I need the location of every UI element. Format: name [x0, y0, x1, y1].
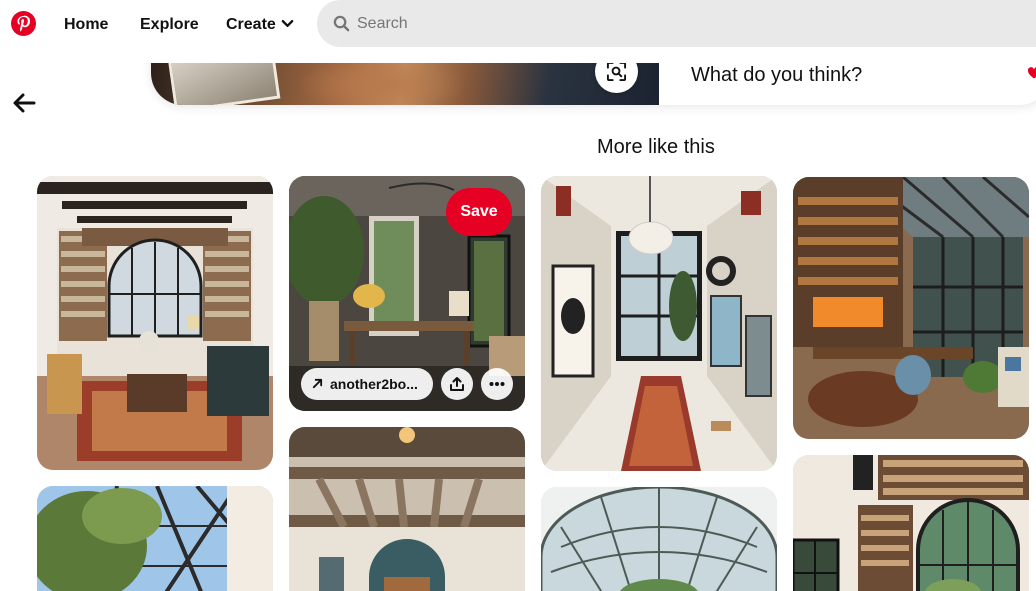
pin-card-glass-roof-trees[interactable] — [37, 486, 273, 591]
nav-create-link[interactable]: Create — [226, 14, 276, 36]
source-link-label: another2bo... — [330, 376, 418, 392]
pin-image — [541, 487, 777, 591]
pin-image — [541, 176, 777, 471]
page: Home Explore Create What do you think? — [0, 0, 1036, 591]
pin-image — [37, 176, 273, 470]
search-icon — [333, 15, 350, 32]
pin-image — [793, 455, 1029, 591]
more-options-icon — [489, 382, 505, 386]
external-link-arrow-icon — [312, 378, 323, 389]
share-icon — [450, 377, 464, 391]
back-arrow-icon[interactable] — [12, 92, 36, 114]
save-button[interactable]: Save — [446, 188, 512, 236]
pinterest-logo-icon[interactable] — [11, 11, 36, 36]
pin-image — [289, 427, 525, 591]
pin-card-gallery-hallway[interactable] — [541, 176, 777, 471]
nav-home-link[interactable]: Home — [64, 14, 108, 36]
pin-image — [793, 177, 1029, 439]
search-input[interactable] — [357, 12, 957, 36]
comment-prompt[interactable]: What do you think? — [691, 64, 862, 87]
top-navigation-bar: Home Explore Create — [0, 0, 1036, 63]
pin-card-library-arched-window[interactable] — [37, 176, 273, 470]
pin-card-beamed-ceiling[interactable] — [289, 427, 525, 591]
source-link-chip[interactable]: another2bo... — [301, 368, 433, 400]
heart-icon[interactable] — [1027, 66, 1036, 80]
pin-image — [37, 486, 273, 591]
nav-explore-link[interactable]: Explore — [140, 14, 199, 36]
pin-card-arched-window-bookshelf[interactable] — [793, 455, 1029, 591]
chevron-down-icon[interactable] — [281, 17, 294, 30]
more-options-button[interactable] — [481, 368, 513, 400]
pin-card-glass-vault[interactable] — [541, 487, 777, 591]
visual-search-icon — [606, 61, 627, 82]
pin-card-study-hovered[interactable]: Save another2bo... — [289, 176, 525, 411]
search-bar[interactable] — [317, 0, 1036, 47]
pin-card-conservatory-library[interactable] — [793, 177, 1029, 439]
more-like-this-heading: More like this — [597, 136, 715, 158]
share-button[interactable] — [441, 368, 473, 400]
